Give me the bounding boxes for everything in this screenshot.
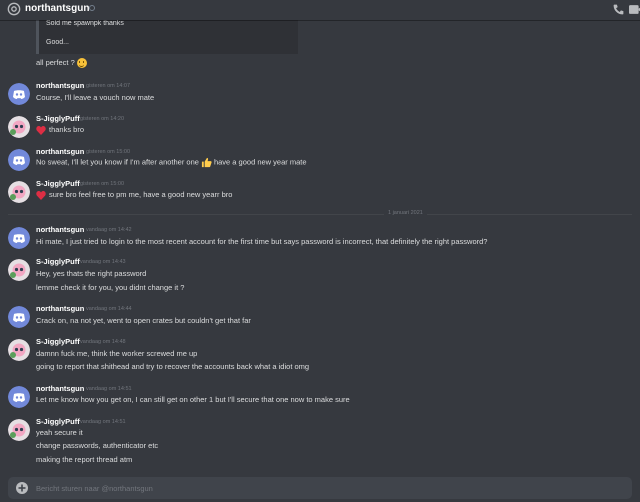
timestamp: vandaag om 14:42 xyxy=(86,227,132,233)
date-divider xyxy=(8,214,632,215)
avatar[interactable] xyxy=(8,83,30,105)
timestamp: gisteren om 15:00 xyxy=(80,181,125,187)
timestamp: vandaag om 14:51 xyxy=(86,386,132,392)
author-name[interactable]: northantsgun xyxy=(36,147,84,156)
message-text: Hi mate, I just tried to login to the mo… xyxy=(36,237,488,246)
author-name[interactable]: northantsgun xyxy=(36,225,84,234)
author-name[interactable]: S-JigglyPuff xyxy=(36,257,80,266)
date-divider-label: 1 januari 2021 xyxy=(384,210,427,216)
message-text: going to report that shithead and try to… xyxy=(36,362,310,371)
message-text: sure bro feel free to pm me, have a good… xyxy=(49,190,233,199)
message-text: all perfect ? xyxy=(36,58,75,67)
message-input[interactable] xyxy=(36,477,596,499)
timestamp: vandaag om 14:43 xyxy=(80,259,126,265)
message-text: have a good new year mate xyxy=(213,157,307,167)
avatar[interactable] xyxy=(8,227,30,249)
message-text: No sweat, I'll let you know if I'm after… xyxy=(36,157,199,167)
timestamp: vandaag om 14:48 xyxy=(80,339,126,345)
message-text: lemme check it for you, you didnt change… xyxy=(36,283,185,292)
message-line: thanks bro xyxy=(36,125,84,135)
message-text: Hey, yes thats the right password xyxy=(36,269,147,278)
author-name[interactable]: northantsgun xyxy=(36,384,84,393)
avatar[interactable] xyxy=(8,149,30,171)
message-composer xyxy=(8,477,632,499)
message-text: Let me know how you get on, I can still … xyxy=(36,395,350,404)
phone-call-icon[interactable] xyxy=(612,3,625,16)
message-text: change passwords, authenticator etc xyxy=(36,441,159,450)
at-icon xyxy=(7,2,21,16)
heart-emoji-icon xyxy=(36,125,46,135)
avatar[interactable] xyxy=(8,339,30,361)
thumbs-up-emoji-icon xyxy=(201,157,212,168)
timestamp: gisteren om 14:20 xyxy=(80,116,125,122)
author-name[interactable]: northantsgun xyxy=(36,304,84,313)
author-name[interactable]: S-JigglyPuff xyxy=(36,417,80,426)
message-text: Course, I'll leave a vouch now mate xyxy=(36,93,155,102)
avatar[interactable] xyxy=(8,386,30,408)
message-text: yeah secure it xyxy=(36,428,83,437)
avatar[interactable] xyxy=(8,259,30,281)
quote-line: Sold me spawnpk thanks xyxy=(46,20,124,27)
message-line: No sweat, I'll let you know if I'm after… xyxy=(36,157,307,168)
author-name[interactable]: S-JigglyPuff xyxy=(36,114,80,123)
timestamp: vandaag om 14:44 xyxy=(86,306,132,312)
heart-emoji-icon xyxy=(36,190,46,200)
author-name[interactable]: S-JigglyPuff xyxy=(36,337,80,346)
channel-name: northantsgun xyxy=(25,3,90,14)
add-attachment-icon[interactable] xyxy=(16,482,28,494)
message-text: Crack on, na not yet, went to open crate… xyxy=(36,316,251,325)
timestamp: gisteren om 15:00 xyxy=(86,149,131,155)
author-name[interactable]: northantsgun xyxy=(36,81,84,90)
message-text: damnn fuck me, think the worker screwed … xyxy=(36,349,198,358)
avatar[interactable] xyxy=(8,306,30,328)
message-text: thanks bro xyxy=(49,125,85,134)
author-name[interactable]: S-JigglyPuff xyxy=(36,179,80,188)
avatar[interactable] xyxy=(8,116,30,138)
video-call-icon[interactable] xyxy=(629,4,640,15)
smile-emoji-icon xyxy=(76,58,87,69)
message-line: sure bro feel free to pm me, have a good… xyxy=(36,190,232,200)
quote-line: Good... xyxy=(46,39,69,46)
timestamp: vandaag om 14:51 xyxy=(80,419,126,425)
avatar[interactable] xyxy=(8,181,30,203)
message-text: making the report thread atm xyxy=(36,455,133,464)
timestamp: gisteren om 14:07 xyxy=(86,83,131,89)
message-line: all perfect ? xyxy=(36,58,87,69)
avatar[interactable] xyxy=(8,419,30,441)
status-indicator-icon xyxy=(89,5,95,11)
channel-header: northantsgun xyxy=(0,0,640,20)
